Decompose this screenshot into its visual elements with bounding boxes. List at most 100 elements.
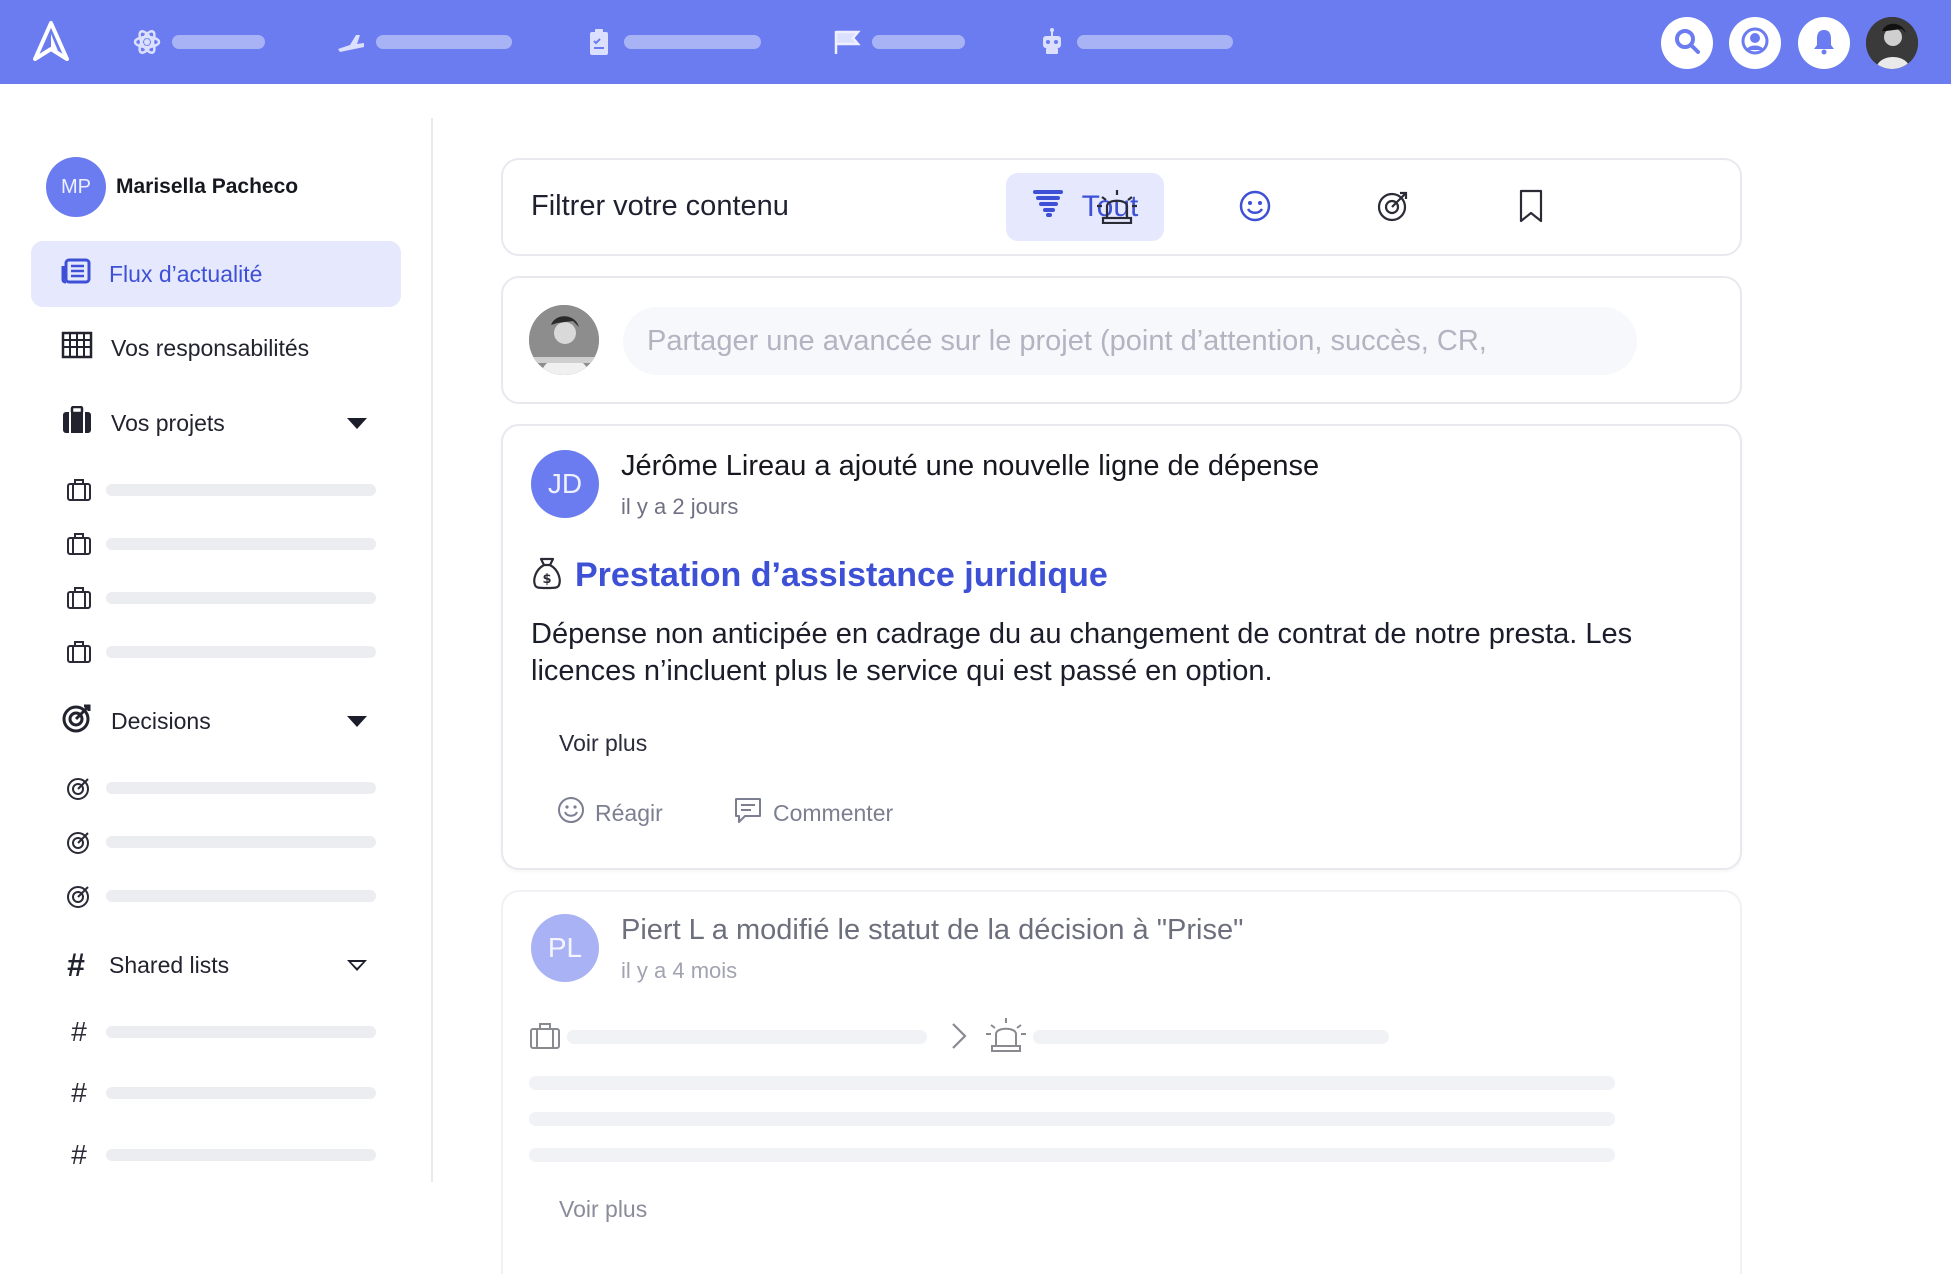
post-timestamp: il y a 4 mois: [621, 958, 738, 983]
nav-item-label-placeholder: [624, 35, 761, 49]
avatar: PL: [531, 914, 599, 982]
user-icon: [1741, 27, 1769, 60]
nav-item-2[interactable]: [336, 22, 512, 62]
chevron-down-icon[interactable]: [347, 960, 367, 971]
sidebar-item-shared-lists[interactable]: # Shared lists: [31, 932, 401, 998]
project-name-placeholder: [106, 646, 376, 658]
notifications-button[interactable]: [1798, 17, 1850, 69]
money-bag-icon: $: [531, 556, 563, 595]
briefcase-icon: [66, 530, 92, 558]
see-more-link[interactable]: Voir plus: [559, 730, 647, 757]
briefcase-icon: [61, 405, 93, 440]
bell-icon: [1810, 27, 1838, 60]
filter-tab-all[interactable]: Tout: [1006, 173, 1164, 241]
smile-icon: [1238, 189, 1272, 228]
post-headline: Piert L a modifié le statut de la décisi…: [621, 914, 1244, 946]
profile-photo[interactable]: [1866, 17, 1918, 69]
list-name-placeholder: [106, 1149, 376, 1161]
sidebar-item-label: Vos projets: [111, 409, 225, 436]
nav-item-label-placeholder: [1077, 35, 1233, 49]
filter-tab-decisions[interactable]: [1371, 186, 1415, 230]
current-user[interactable]: MP Marisella Pacheco: [46, 157, 298, 217]
post-title: Prestation d’assistance juridique: [575, 556, 1108, 594]
project-name-placeholder: [106, 592, 376, 604]
list-name-placeholder: [106, 1087, 376, 1099]
nav-item-5[interactable]: [1037, 22, 1233, 62]
chevron-down-icon[interactable]: [347, 418, 367, 429]
briefcase-icon: [529, 1022, 561, 1055]
post-title-row[interactable]: $ Prestation d’assistance juridique: [531, 556, 1108, 595]
sidebar-item-decisions[interactable]: Decisions: [31, 688, 401, 754]
grid-icon: [61, 331, 93, 365]
nav-item-1[interactable]: [132, 22, 265, 62]
decision-name-placeholder: [106, 782, 376, 794]
react-label: Réagir: [595, 799, 663, 826]
top-navigation-bar: [0, 0, 1951, 84]
project-list-item[interactable]: [66, 583, 376, 613]
briefcase-icon: [66, 476, 92, 504]
comment-button[interactable]: Commenter: [733, 796, 893, 830]
nav-item-3[interactable]: [584, 22, 761, 62]
alarm-icon: [985, 1016, 1027, 1057]
briefcase-icon: [66, 638, 92, 666]
search-button[interactable]: [1661, 17, 1713, 69]
hash-icon: #: [71, 1077, 87, 1108]
decision-list-item[interactable]: [66, 773, 376, 803]
robot-icon: [1037, 27, 1067, 57]
decision-name-placeholder: [1033, 1030, 1389, 1044]
flag-icon: [832, 27, 862, 57]
sidebar-item-label: Shared lists: [109, 951, 230, 978]
target-icon: [66, 882, 92, 910]
decision-list-item[interactable]: [66, 881, 376, 911]
filter-tab-reactions[interactable]: [1233, 186, 1277, 230]
sidebar-item-label: Vos responsabilités: [111, 334, 310, 361]
shared-list-item[interactable]: #: [66, 1077, 376, 1108]
feed-post: PL Piert L a modifié le statut de la déc…: [501, 890, 1742, 1274]
app-logo-icon[interactable]: [32, 20, 70, 62]
nav-item-label-placeholder: [376, 35, 512, 49]
sidebar-divider: [431, 118, 433, 1182]
atom-icon: [132, 27, 162, 57]
sidebar-item-responsibilities[interactable]: Vos responsabilités: [31, 315, 401, 381]
smile-icon: [557, 796, 585, 830]
user-name: Marisella Pacheco: [116, 175, 299, 198]
react-button[interactable]: Réagir: [557, 796, 663, 830]
avatar: MP: [46, 157, 106, 217]
shared-list-item[interactable]: #: [66, 1016, 376, 1047]
sidebar-item-news-feed[interactable]: Flux d’actualité: [31, 241, 401, 307]
target-icon: [66, 828, 92, 856]
bookmark-icon: [1518, 189, 1544, 228]
feed-post: JD Jérôme Lireau a ajouté une nouvelle l…: [501, 424, 1742, 870]
post-body: Dépense non anticipée en cadrage du au c…: [531, 618, 1633, 687]
text-placeholder: [529, 1112, 1615, 1126]
filter-tab-alerts[interactable]: [1095, 186, 1139, 230]
content-filter: Filtrer votre contenu Tout: [501, 158, 1742, 256]
sidebar-item-label: Flux d’actualité: [109, 260, 263, 287]
chevron-down-icon[interactable]: [347, 716, 367, 727]
plane-icon: [336, 27, 366, 57]
sidebar-item-projects[interactable]: Vos projets: [31, 390, 401, 456]
project-list-item[interactable]: [66, 637, 376, 667]
project-list-item[interactable]: [66, 529, 376, 559]
share-update-input[interactable]: [623, 307, 1637, 375]
svg-text:$: $: [542, 572, 551, 587]
shared-list-item[interactable]: #: [66, 1139, 376, 1170]
post-timestamp: il y a 2 jours: [621, 494, 739, 519]
see-more-link[interactable]: Voir plus: [559, 1196, 647, 1223]
sidebar-item-label: Decisions: [111, 707, 211, 734]
project-list-item[interactable]: [66, 475, 376, 505]
profile-button[interactable]: [1729, 17, 1781, 69]
nav-item-4[interactable]: [832, 22, 965, 62]
search-icon: [1673, 27, 1701, 60]
nav-item-label-placeholder: [172, 35, 265, 49]
target-icon: [1376, 189, 1410, 228]
filter-tab-bookmarks[interactable]: [1509, 186, 1553, 230]
comment-icon: [733, 796, 763, 830]
target-icon: [66, 774, 92, 802]
nav-item-label-placeholder: [872, 35, 965, 49]
decision-name-placeholder: [106, 890, 376, 902]
list-name-placeholder: [106, 1026, 376, 1038]
target-icon: [61, 702, 93, 740]
comment-label: Commenter: [773, 799, 894, 826]
decision-list-item[interactable]: [66, 827, 376, 857]
